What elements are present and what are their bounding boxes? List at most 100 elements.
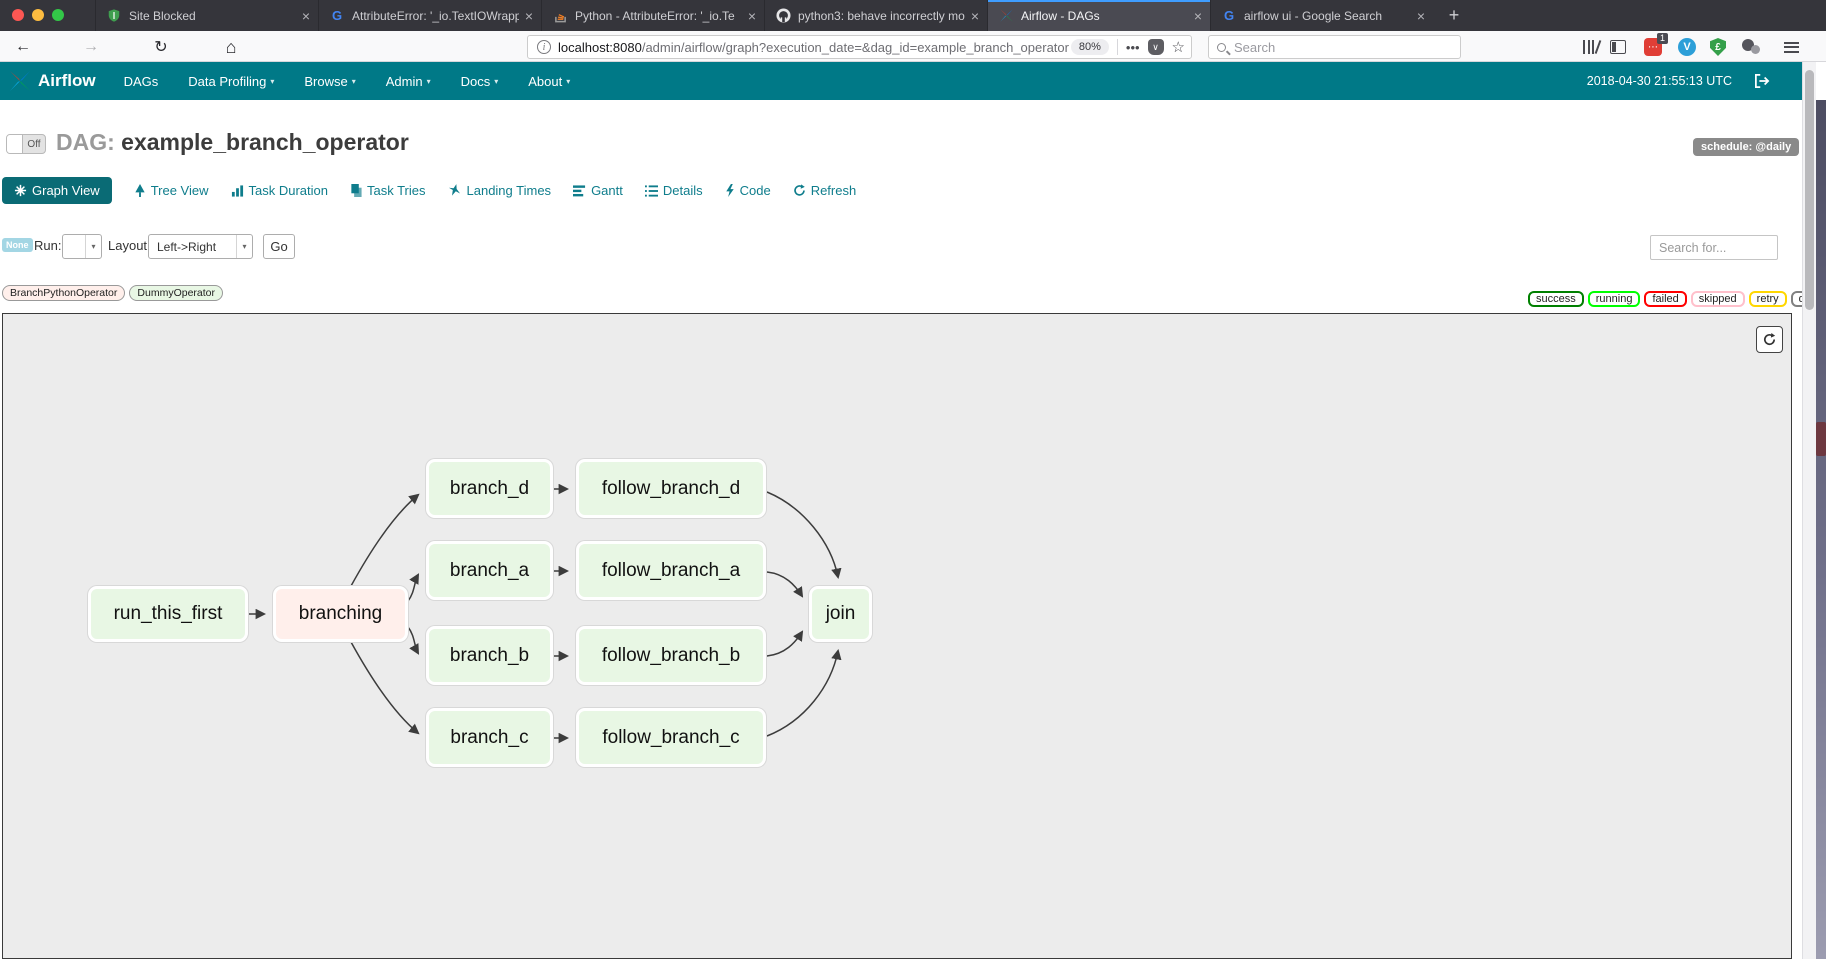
zoom-level-badge[interactable]: 80% (1071, 39, 1109, 55)
edge-follow_branch_a-to-join (767, 572, 802, 596)
task-node-branch_a[interactable]: branch_a (426, 541, 553, 600)
nav-item-label: Admin (386, 74, 423, 89)
airflow-navbar: Airflow DAGsData Profiling▾Browse▾Admin▾… (0, 62, 1802, 100)
tab-close-icon[interactable]: × (1194, 8, 1202, 24)
library-icon[interactable] (1583, 37, 1601, 57)
extension-icon[interactable]: ⋯1 (1644, 37, 1662, 57)
maximize-window-button[interactable] (52, 9, 64, 21)
bookmark-star-icon[interactable]: ☆ (1172, 38, 1185, 56)
tree-view-icon (134, 184, 146, 197)
task-node-follow_branch_b[interactable]: follow_branch_b (576, 626, 766, 685)
task-node-join[interactable]: join (809, 586, 872, 642)
browser-search-bar[interactable]: Search (1208, 35, 1461, 59)
nav-item-data-profiling[interactable]: Data Profiling▾ (188, 74, 274, 89)
browser-tab[interactable]: Site Blocked× (95, 0, 318, 31)
sidebar-icon[interactable] (1610, 37, 1626, 57)
browser-tab[interactable]: Python - AttributeError: '_io.Te× (541, 0, 764, 31)
cookies-addon-icon[interactable] (1742, 37, 1762, 57)
addon-v-icon[interactable]: V (1678, 37, 1696, 57)
nav-item-admin[interactable]: Admin▾ (386, 74, 431, 89)
task-node-branching[interactable]: branching (273, 586, 408, 642)
view-tab-details[interactable]: Details (645, 183, 703, 198)
browser-tab[interactable]: Gairflow ui - Google Search× (1210, 0, 1433, 31)
layout-select[interactable]: Left->Right ▾ (148, 234, 253, 259)
task-node-follow_branch_d[interactable]: follow_branch_d (576, 459, 766, 518)
tab-close-icon[interactable]: × (748, 8, 756, 24)
menu-hamburger-icon[interactable] (1784, 37, 1799, 57)
page-scrollbar[interactable] (1802, 62, 1816, 959)
refresh-icon (793, 184, 806, 197)
edge-follow_branch_c-to-join (767, 651, 838, 736)
browser-tab[interactable]: Airflow - DAGs× (987, 0, 1210, 31)
tab-strip: Site Blocked×GAttributeError: '_io.TextI… (95, 0, 1433, 31)
graph-view-icon (14, 184, 27, 197)
dag-graph-canvas[interactable]: run_this_first branching branch_d branch_ab… (2, 313, 1792, 959)
task-search-input[interactable]: Search for... (1650, 235, 1778, 260)
edge-follow_branch_b-to-join (767, 632, 802, 656)
operator-legend-pill: DummyOperator (129, 285, 223, 301)
google-icon: G (329, 8, 345, 24)
view-tab-label: Code (740, 183, 771, 198)
dag-pause-toggle[interactable]: Off (6, 134, 46, 154)
url-bar[interactable]: i localhost:8080/admin/airflow/graph?exe… (527, 35, 1192, 59)
browser-tab[interactable]: GAttributeError: '_io.TextIOWrapp× (318, 0, 541, 31)
view-tab-task-duration[interactable]: Task Duration (231, 183, 328, 198)
toggle-label: Off (23, 135, 45, 153)
run-label: Run: (34, 238, 61, 253)
home-button[interactable]: ⌂ (218, 34, 244, 60)
tab-title: python3: behave incorrectly mo (798, 9, 965, 23)
nav-item-label: DAGs (124, 74, 159, 89)
page-actions-icon[interactable]: ••• (1126, 40, 1140, 55)
run-select[interactable]: ▾ (62, 234, 102, 259)
tab-close-icon[interactable]: × (302, 8, 310, 24)
code-icon (725, 184, 735, 197)
task-node-branch_b[interactable]: branch_b (426, 626, 553, 685)
task-node-follow_branch_a[interactable]: follow_branch_a (576, 541, 766, 600)
close-window-button[interactable] (12, 9, 24, 21)
pocket-icon[interactable]: ∨ (1148, 39, 1164, 55)
view-tab-code[interactable]: Code (725, 183, 771, 198)
new-tab-button[interactable]: + (1440, 2, 1468, 29)
tab-close-icon[interactable]: × (971, 8, 979, 24)
browser-tab[interactable]: python3: behave incorrectly mo × (764, 0, 987, 31)
page-title: DAG: example_branch_operator (56, 129, 409, 156)
reload-button[interactable]: ↻ (148, 34, 174, 60)
forward-button[interactable]: → (78, 34, 104, 60)
privacy-shield-icon[interactable]: £ (1710, 37, 1726, 57)
tab-close-icon[interactable]: × (1417, 8, 1425, 24)
task-node-branch_d[interactable]: branch_d (426, 459, 553, 518)
landing-times-icon (448, 184, 462, 197)
graph-edges (3, 314, 1793, 960)
logout-icon[interactable] (1754, 74, 1770, 88)
status-legend-pill-running: running (1588, 291, 1641, 307)
view-tab-graph-view[interactable]: Graph View (2, 177, 112, 204)
nav-item-browse[interactable]: Browse▾ (304, 74, 355, 89)
task-node-branch_c[interactable]: branch_c (426, 708, 553, 767)
back-button[interactable]: ← (10, 34, 36, 60)
task-node-run_this_first[interactable]: run_this_first (88, 586, 248, 642)
tab-close-icon[interactable]: × (525, 8, 533, 24)
operator-legend: BranchPythonOperatorDummyOperator (2, 285, 223, 301)
view-tab-gantt[interactable]: Gantt (573, 183, 623, 198)
chevron-down-icon: ▾ (352, 77, 356, 86)
view-tab-label: Refresh (811, 183, 857, 198)
view-tab-task-tries[interactable]: Task Tries (350, 183, 426, 198)
airflow-brand[interactable]: Airflow (8, 69, 96, 93)
go-button[interactable]: Go (263, 234, 295, 259)
site-info-icon[interactable]: i (537, 40, 551, 54)
edge-branching-to-branch_b (408, 627, 418, 653)
minimize-window-button[interactable] (32, 9, 44, 21)
scrollbar-thumb[interactable] (1805, 70, 1814, 310)
view-tab-tree-view[interactable]: Tree View (134, 183, 209, 198)
nav-item-docs[interactable]: Docs▾ (461, 74, 499, 89)
nav-item-about[interactable]: About▾ (528, 74, 570, 89)
nav-item-dags[interactable]: DAGs (124, 74, 159, 89)
canvas-refresh-button[interactable] (1756, 326, 1783, 353)
url-text[interactable]: localhost:8080/admin/airflow/graph?execu… (558, 40, 1071, 55)
task-node-follow_branch_c[interactable]: follow_branch_c (576, 708, 766, 767)
status-legend-pill-failed: failed (1644, 291, 1686, 307)
view-tab-refresh[interactable]: Refresh (793, 183, 857, 198)
dag-id: example_branch_operator (121, 129, 409, 155)
shield-icon (106, 8, 122, 24)
view-tab-landing-times[interactable]: Landing Times (448, 183, 552, 198)
